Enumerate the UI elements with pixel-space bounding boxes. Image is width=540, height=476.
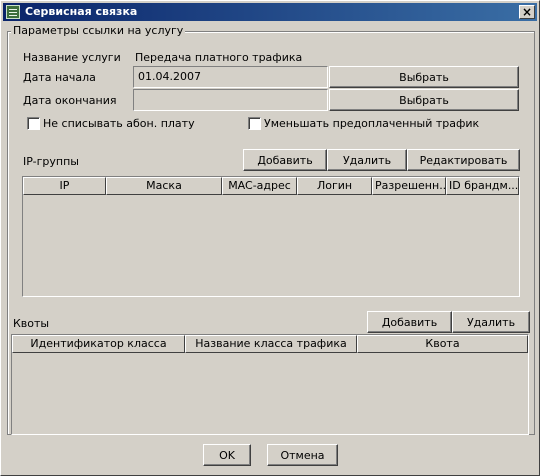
reduce-prepaid-label: Уменьшать предоплаченный трафик: [264, 117, 480, 130]
column-header[interactable]: ID брандм...: [446, 177, 519, 195]
end-date-label: Дата окончания: [23, 94, 117, 107]
quotas-label: Квоты: [13, 317, 50, 330]
ip-groups-header: IP Маска MAC-адрес Логин Разрешенн... ID…: [23, 177, 519, 195]
reduce-prepaid-checkbox[interactable]: [248, 117, 261, 130]
column-header[interactable]: Квота: [357, 335, 528, 353]
end-date-field[interactable]: [133, 89, 328, 111]
cancel-button[interactable]: Отмена: [267, 444, 338, 466]
quota-add-button[interactable]: Добавить: [367, 311, 452, 333]
column-header[interactable]: Маска: [106, 177, 222, 195]
ip-add-button[interactable]: Добавить: [243, 149, 327, 171]
column-header[interactable]: Разрешенн...: [372, 177, 446, 195]
app-icon: [6, 5, 20, 19]
service-name-value: Передача платного трафика: [135, 51, 303, 64]
window-title: Сервисная связка: [25, 5, 138, 18]
start-date-label: Дата начала: [23, 71, 96, 84]
column-header[interactable]: Идентификатор класса: [12, 335, 185, 353]
start-date-select-button[interactable]: Выбрать: [329, 66, 519, 88]
column-header[interactable]: Название класса трафика: [185, 335, 357, 353]
column-header[interactable]: Логин: [297, 177, 372, 195]
service-name-label: Название услуги: [23, 51, 121, 64]
ip-edit-button[interactable]: Редактировать: [407, 149, 520, 171]
dialog-window: Сервисная связка × Параметры ссылки на у…: [0, 0, 540, 476]
ip-groups-label: IP-группы: [23, 155, 79, 168]
no-fee-label: Не списывать абон. плату: [43, 117, 195, 130]
ip-remove-button[interactable]: Удалить: [327, 149, 407, 171]
group-legend: Параметры ссылки на услугу: [11, 24, 186, 37]
quota-remove-button[interactable]: Удалить: [452, 311, 530, 333]
column-header[interactable]: IP: [23, 177, 106, 195]
column-header[interactable]: MAC-адрес: [222, 177, 297, 195]
quotas-table[interactable]: Идентификатор класса Название класса тра…: [11, 334, 529, 435]
ip-groups-table[interactable]: IP Маска MAC-адрес Логин Разрешенн... ID…: [22, 176, 520, 297]
ok-button[interactable]: OK: [203, 444, 251, 466]
start-date-field[interactable]: 01.04.2007: [133, 66, 328, 88]
no-fee-checkbox[interactable]: [27, 117, 40, 130]
end-date-select-button[interactable]: Выбрать: [329, 89, 519, 111]
close-icon[interactable]: ×: [519, 5, 535, 19]
quotas-header: Идентификатор класса Название класса тра…: [12, 335, 528, 353]
title-bar[interactable]: Сервисная связка ×: [3, 3, 537, 21]
